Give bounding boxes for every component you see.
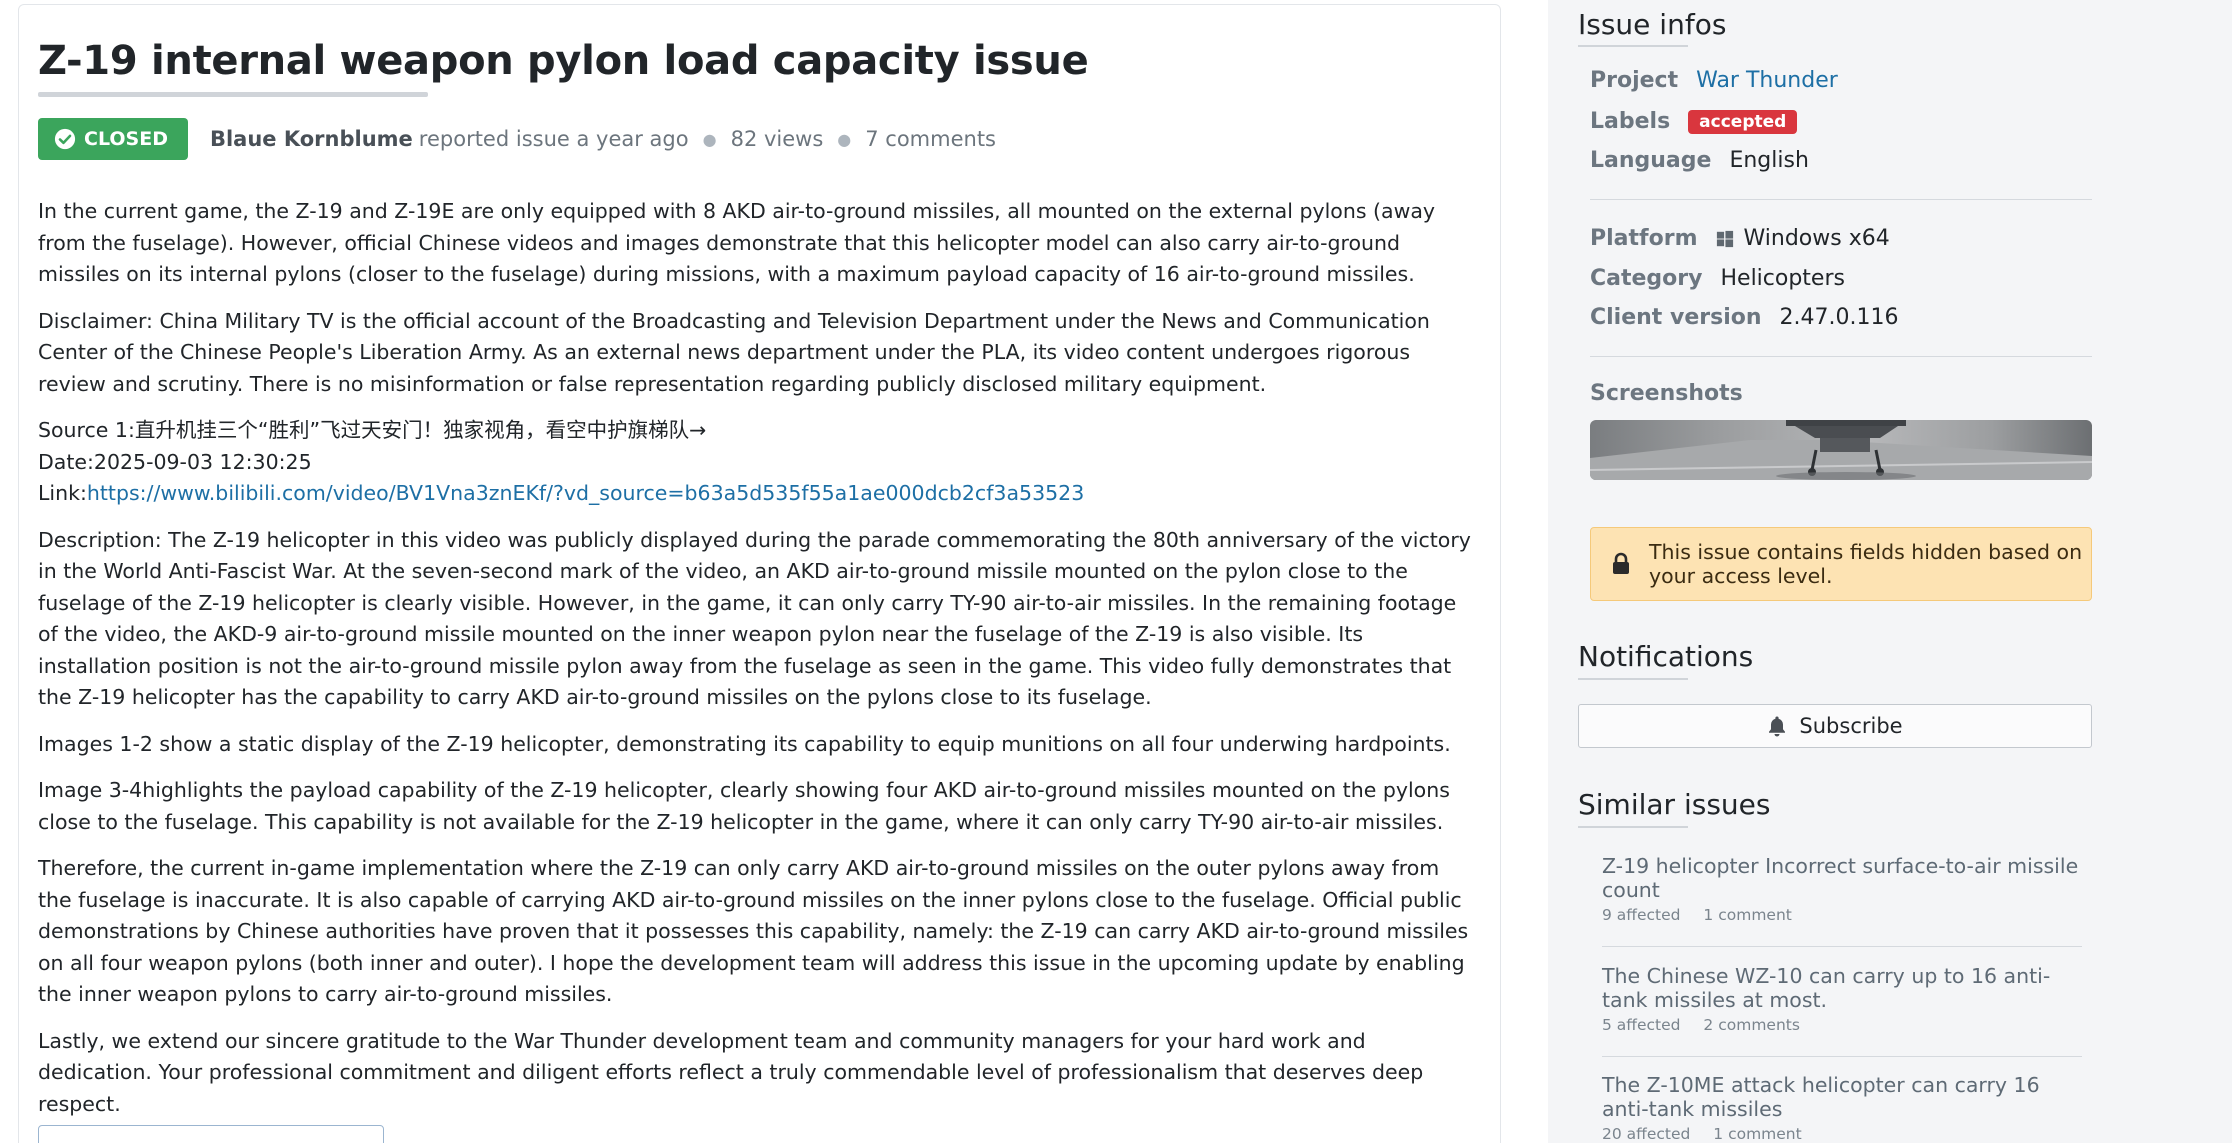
date-line: Date:2025-09-03 12:30:25 xyxy=(38,449,312,474)
similar-issue-title[interactable]: Z-19 helicopter Incorrect surface-to-air… xyxy=(1602,854,2082,902)
video-link[interactable]: https://www.bilibili.com/video/BV1Vna3zn… xyxy=(87,481,1084,505)
screenshots-row: Screenshots xyxy=(1590,381,1761,406)
similar-issue-item[interactable]: Z-19 helicopter Incorrect surface-to-air… xyxy=(1602,854,2082,924)
project-link[interactable]: War Thunder xyxy=(1696,68,1838,93)
client-version-row: Client version 2.47.0.116 xyxy=(1590,305,1898,330)
section-underline xyxy=(1578,826,1688,828)
issue-infos-title: Issue infos xyxy=(1578,8,1727,41)
bell-icon xyxy=(1769,716,1786,737)
similar-issue-title[interactable]: The Chinese WZ-10 can carry up to 16 ant… xyxy=(1602,964,2082,1012)
client-version-value: 2.47.0.116 xyxy=(1779,305,1899,330)
divider xyxy=(1590,199,2092,200)
body-paragraph: Lastly, we extend our sincere gratitude … xyxy=(38,1028,1424,1116)
separator-dot: ● xyxy=(702,129,717,149)
body-paragraph: Disclaimer: China Military TV is the off… xyxy=(38,308,1430,396)
client-version-label: Client version xyxy=(1590,305,1762,330)
issue-title: Z-19 internal weapon pylon load capacity… xyxy=(38,38,1089,84)
check-circle-icon xyxy=(54,128,76,150)
labels-row: Labels accepted xyxy=(1590,109,1798,134)
project-label: Project xyxy=(1590,68,1679,93)
title-underline xyxy=(38,92,428,97)
divider xyxy=(1602,1056,2082,1057)
status-text: CLOSED xyxy=(84,128,168,150)
platform-value: Windows x64 xyxy=(1743,226,1890,251)
subscribe-button[interactable]: Subscribe xyxy=(1578,704,2092,748)
category-row: Category Helicopters xyxy=(1590,266,1845,291)
affected-count: 20 affected xyxy=(1602,1125,1691,1143)
hidden-fields-notice: This issue contains fields hidden based … xyxy=(1590,527,2092,601)
separator-dot: ● xyxy=(837,129,852,149)
similar-issue-title[interactable]: The Z-10ME attack helicopter can carry 1… xyxy=(1602,1073,2082,1121)
section-underline xyxy=(1578,678,1688,680)
body-paragraph: Description: The Z-19 helicopter in this… xyxy=(38,527,1471,710)
label-accepted[interactable]: accepted xyxy=(1688,109,1798,134)
issue-meta: CLOSED Blaue Kornblume reported issue a … xyxy=(38,118,996,160)
author-link[interactable]: Blaue Kornblume xyxy=(210,127,413,151)
similar-issue-item[interactable]: The Z-10ME attack helicopter can carry 1… xyxy=(1602,1073,2082,1143)
language-row: Language English xyxy=(1590,148,1809,173)
affected-count: 5 affected xyxy=(1602,1016,1681,1034)
body-paragraph: Images 1-2 show a static display of the … xyxy=(38,731,1451,756)
divider xyxy=(1590,356,2092,357)
divider xyxy=(1602,946,2082,947)
platform-row: Platform Windows x64 xyxy=(1590,226,1890,251)
notice-text: This issue contains fields hidden based … xyxy=(1649,540,2083,588)
similar-issues-title: Similar issues xyxy=(1578,788,1771,821)
body-paragraph: In the current game, the Z-19 and Z-19E … xyxy=(38,199,1436,286)
link-prefix: Link: xyxy=(38,481,87,505)
status-badge: CLOSED xyxy=(38,118,188,160)
issue-body: In the current game, the Z-19 and Z-19E … xyxy=(38,196,1478,1135)
helicopter-thumbnail-image xyxy=(1590,420,2092,480)
language-label: Language xyxy=(1590,148,1712,173)
language-value: English xyxy=(1729,148,1809,173)
sidebar: Issue infos Project War Thunder Labels a… xyxy=(1548,0,2232,1143)
comments-count[interactable]: 7 comments xyxy=(865,127,996,151)
labels-label: Labels xyxy=(1590,109,1671,134)
views-count: 82 views xyxy=(730,127,824,151)
body-paragraph: Image 3-4highlights the payload capabili… xyxy=(38,778,1450,834)
subscribe-label: Subscribe xyxy=(1799,714,1903,738)
body-paragraph: Therefore, the current in-game implement… xyxy=(38,856,1469,1006)
lock-icon xyxy=(1613,552,1629,574)
notifications-title: Notifications xyxy=(1578,640,1754,673)
project-row: Project War Thunder xyxy=(1590,68,1838,93)
screenshot-thumbnail[interactable] xyxy=(1590,420,2092,480)
source-line: Source 1:直升机挂三个“胜利”飞过天安门！独家视角，看空中护旗梯队→ xyxy=(38,418,707,442)
section-underline xyxy=(1578,45,1688,47)
category-label: Category xyxy=(1590,266,1703,291)
source-block: Source 1:直升机挂三个“胜利”飞过天安门！独家视角，看空中护旗梯队→ D… xyxy=(38,415,1478,510)
attachment-button[interactable] xyxy=(38,1125,384,1143)
windows-icon xyxy=(1716,230,1733,247)
platform-label: Platform xyxy=(1590,226,1698,251)
category-value: Helicopters xyxy=(1720,266,1845,291)
affected-count: 9 affected xyxy=(1602,906,1681,924)
comment-count: 1 comment xyxy=(1713,1125,1802,1143)
reported-text: reported issue a year ago xyxy=(418,127,689,151)
comment-count: 2 comments xyxy=(1703,1016,1800,1034)
screenshots-label: Screenshots xyxy=(1590,381,1743,406)
comment-count: 1 comment xyxy=(1703,906,1792,924)
similar-issue-item[interactable]: The Chinese WZ-10 can carry up to 16 ant… xyxy=(1602,964,2082,1034)
